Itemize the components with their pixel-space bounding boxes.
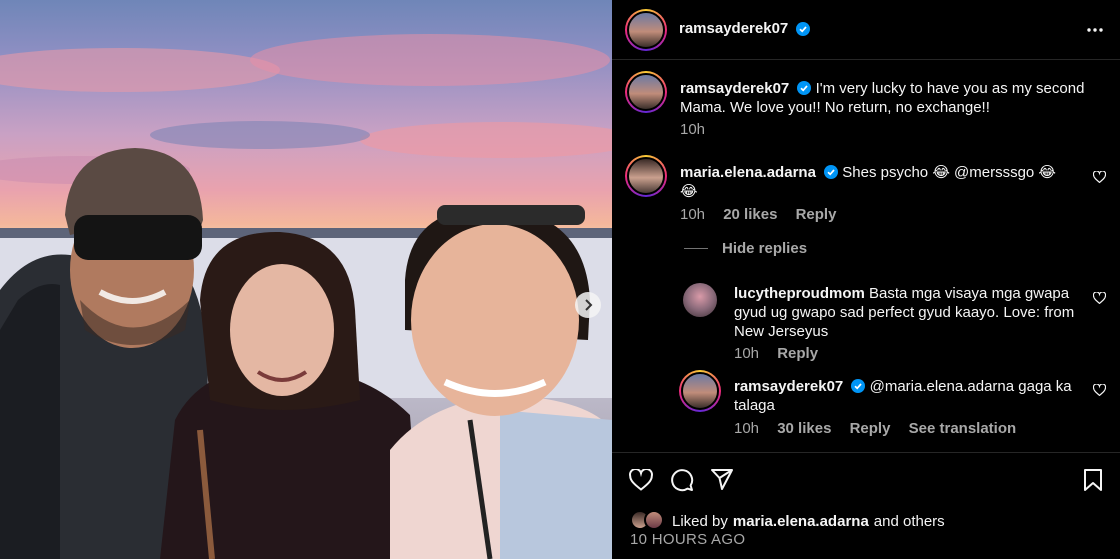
post-photo[interactable] — [0, 0, 612, 559]
reply-button[interactable]: Reply — [850, 420, 891, 437]
reply-username[interactable]: ramsayderek07 — [734, 378, 843, 395]
comment-username[interactable]: maria.elena.adarna — [680, 164, 816, 181]
verified-badge-icon — [851, 379, 866, 393]
verified-badge-icon — [824, 165, 839, 179]
chevron-right-icon — [585, 299, 593, 311]
author-username[interactable]: ramsayderek07 — [679, 20, 788, 37]
post-header: ramsayderek07 — [612, 0, 1120, 60]
hide-replies-label: Hide replies — [722, 240, 808, 257]
caption: ramsayderek07 I'm very lucky to have you… — [680, 79, 1100, 117]
author-avatar[interactable] — [625, 9, 667, 51]
liked-by-prefix: Liked by — [672, 512, 728, 530]
see-translation-button[interactable]: See translation — [909, 420, 1017, 437]
reply-like-heart-icon[interactable] — [1093, 384, 1106, 396]
comment-avatar[interactable] — [625, 155, 667, 197]
like-heart-icon[interactable] — [629, 469, 653, 491]
reply: lucytheproudmom Basta mga visaya mga gwa… — [734, 284, 1079, 341]
comment-time[interactable]: 10h — [680, 206, 705, 223]
photo-scene — [0, 34, 612, 559]
comment-likes[interactable]: 20 likes — [723, 206, 777, 223]
bookmark-icon[interactable] — [1083, 468, 1103, 492]
verified-badge-icon — [796, 22, 810, 36]
liked-by-user[interactable]: maria.elena.adarna — [733, 513, 869, 530]
hide-replies-button[interactable]: Hide replies — [684, 240, 807, 257]
comment-icon[interactable] — [670, 468, 694, 492]
verified-badge-icon — [797, 81, 812, 95]
caption-username[interactable]: ramsayderek07 — [680, 80, 789, 97]
comment: maria.elena.adarna Shes psycho 😂 @mersss… — [680, 163, 1075, 201]
reply-avatar[interactable] — [679, 370, 721, 412]
hide-replies-divider — [684, 248, 708, 249]
reply-meta: 10h Reply — [734, 345, 832, 362]
post-sidebar: ramsayderek07 ramsayderek07 I'm very luc… — [612, 0, 1120, 559]
reply-time[interactable]: 10h — [734, 345, 759, 362]
caption-avatar[interactable] — [625, 71, 667, 113]
caption-time[interactable]: 10h — [680, 121, 705, 138]
reply: ramsayderek07 @maria.elena.adarna gaga k… — [734, 377, 1079, 415]
liked-by-suffix[interactable]: and others — [874, 513, 945, 530]
reply-avatar[interactable] — [683, 283, 717, 317]
reply-username[interactable]: lucytheproudmom — [734, 285, 865, 302]
reply-button[interactable]: Reply — [777, 345, 818, 362]
liked-by: Liked by maria.elena.adarna and others — [630, 510, 945, 532]
liker-avatar — [644, 510, 664, 530]
liker-avatars — [630, 510, 670, 532]
carousel-next-button[interactable] — [575, 292, 601, 318]
share-send-icon[interactable] — [710, 468, 734, 491]
more-horizontal-icon[interactable] — [1086, 21, 1104, 39]
caption-meta: 10h — [680, 121, 719, 138]
comment-meta: 10h 20 likes Reply — [680, 206, 850, 223]
reply-meta: 10h 30 likes Reply See translation — [734, 420, 1030, 437]
reply-button[interactable]: Reply — [796, 206, 837, 223]
reply-likes[interactable]: 30 likes — [777, 420, 831, 437]
reply-time[interactable]: 10h — [734, 420, 759, 437]
post-timestamp[interactable]: 10 HOURS AGO — [630, 531, 745, 548]
reply-like-heart-icon[interactable] — [1093, 292, 1106, 304]
comment-like-heart-icon[interactable] — [1093, 171, 1106, 183]
